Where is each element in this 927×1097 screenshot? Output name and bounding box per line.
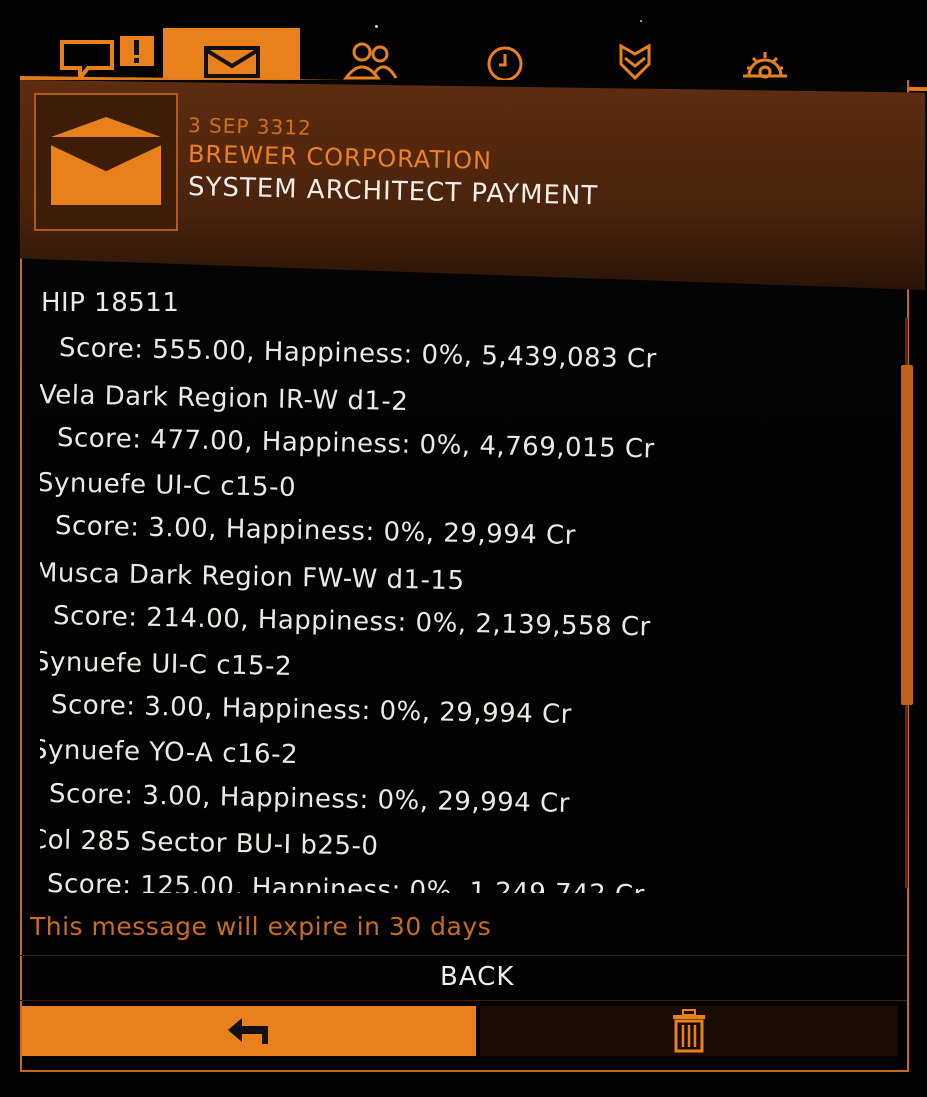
system-detail: Score: 555.00, Happiness: 0%, 5,439,083 … [58, 333, 658, 375]
reply-arrow-icon [228, 1018, 268, 1044]
system-detail: Score: 3.00, Happiness: 0%, 29,994 Cr [54, 511, 577, 551]
trash-icon [673, 1009, 705, 1053]
divider [20, 1000, 907, 1001]
system-detail: Score: 125.00, Happiness: 0%, 1,249,742 … [46, 869, 646, 893]
system-detail: Score: 3.00, Happiness: 0%, 29,994 Cr [50, 690, 573, 730]
delete-button[interactable] [480, 1006, 898, 1056]
message-body[interactable]: HIP 18511 Score: 555.00, Happiness: 0%, … [40, 285, 900, 893]
message-date: 3 SEP 3312 [187, 113, 312, 140]
people-icon [343, 42, 398, 80]
system-detail: Score: 477.00, Happiness: 0%, 4,769,015 … [56, 423, 656, 465]
system-name: Vela Dark Region IR-W d1-2 [40, 380, 409, 418]
star [640, 20, 642, 22]
system-name: Synuefe YO-A c16-2 [40, 735, 299, 771]
chevron-rank-icon [619, 43, 651, 81]
back-button[interactable] [22, 1006, 476, 1056]
envelope-icon [51, 117, 161, 205]
expire-notice: This message will expire in 30 days [30, 912, 492, 941]
gear-icon [743, 52, 787, 79]
system-detail: Score: 3.00, Happiness: 0%, 29,994 Cr [48, 779, 571, 819]
system-name: Synuefe UI-C c15-0 [40, 468, 297, 503]
system-name: Synuefe UI-C c15-2 [40, 647, 293, 682]
system-name: HIP 18511 [41, 288, 180, 318]
system-name: Musca Dark Region FW-W d1-15 [40, 558, 465, 597]
envelope-icon [203, 46, 260, 78]
system-name: Col 285 Sector BU-I b25-0 [40, 825, 379, 862]
scrollbar-thumb[interactable] [901, 365, 913, 705]
system-detail: Score: 214.00, Happiness: 0%, 2,139,558 … [52, 601, 652, 643]
back-label: BACK [440, 962, 515, 992]
divider [20, 955, 907, 956]
clock-icon [487, 46, 523, 82]
message-icon-box [34, 93, 178, 231]
